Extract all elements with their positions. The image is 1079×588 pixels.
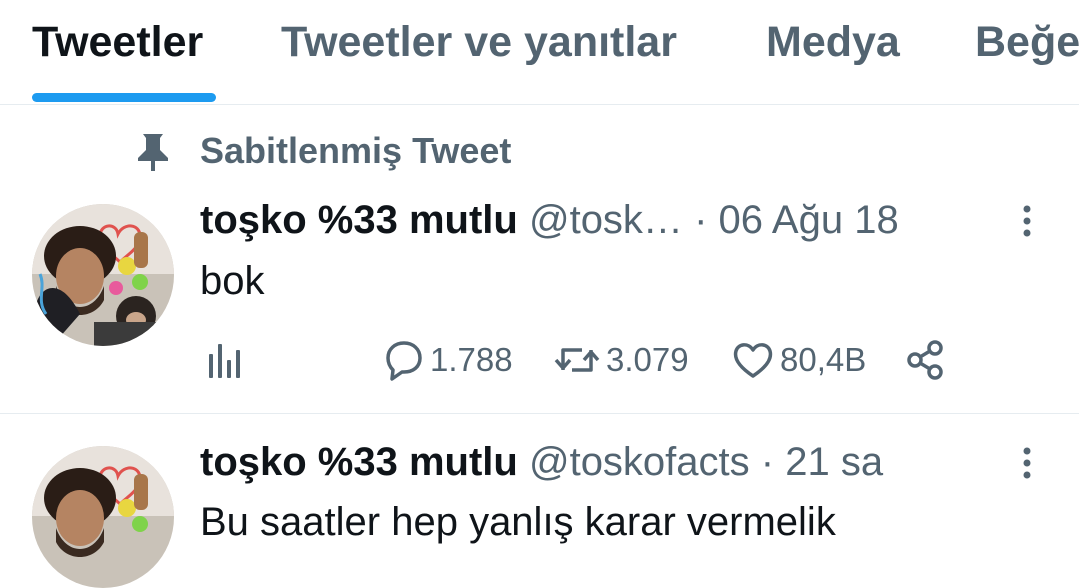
- more-icon[interactable]: [1010, 443, 1044, 483]
- username-handle[interactable]: @tosk…: [529, 198, 683, 242]
- share-button[interactable]: [904, 336, 948, 384]
- tweet-timestamp[interactable]: 06 Ağu 18: [719, 198, 899, 242]
- tweet-actions: 1.788 3.079 80,4B: [200, 336, 960, 384]
- tweet-divider: [0, 413, 1079, 414]
- tab-tweets[interactable]: Tweetler: [32, 18, 203, 67]
- display-name[interactable]: toşko %33 mutlu: [200, 440, 518, 484]
- like-count: 80,4B: [780, 341, 867, 378]
- reply-count: 1.788: [430, 341, 513, 378]
- tweet-header: toşko %33 mutlu @toskofacts · 21 sa: [200, 440, 883, 485]
- tweet-text: bok: [200, 259, 265, 303]
- share-icon: [904, 338, 948, 382]
- profile-tabs: Tweetler Tweetler ve yanıtlar Medya Beğe: [0, 0, 1079, 105]
- analytics-icon: [200, 338, 244, 382]
- display-name[interactable]: toşko %33 mutlu: [200, 198, 518, 242]
- like-button[interactable]: 80,4B: [730, 336, 866, 384]
- username-handle[interactable]: @toskofacts: [529, 440, 750, 484]
- like-icon: [730, 338, 776, 382]
- separator-dot: ·: [694, 198, 708, 242]
- retweet-button[interactable]: 3.079: [552, 336, 689, 384]
- retweet-icon: [552, 338, 602, 382]
- tweet-text: Bu saatler hep yanlış karar vermelik: [200, 500, 836, 544]
- tweet-header: toşko %33 mutlu @tosk… · 06 Ağu 18: [200, 198, 899, 243]
- tweet-timestamp[interactable]: 21 sa: [785, 440, 883, 484]
- reply-icon: [380, 338, 426, 382]
- tab-tweets-and-replies[interactable]: Tweetler ve yanıtlar: [281, 18, 677, 67]
- active-tab-indicator: [32, 93, 216, 102]
- avatar[interactable]: [32, 446, 174, 588]
- avatar[interactable]: [32, 204, 174, 346]
- tab-media[interactable]: Medya: [766, 18, 900, 67]
- tab-likes[interactable]: Beğe: [975, 18, 1079, 67]
- more-icon[interactable]: [1010, 201, 1044, 241]
- retweet-count: 3.079: [606, 341, 689, 378]
- reply-button[interactable]: 1.788: [380, 336, 513, 384]
- separator-dot: ·: [760, 440, 775, 484]
- pin-icon: [136, 132, 170, 172]
- analytics-button[interactable]: [200, 336, 244, 384]
- pinned-label: Sabitlenmiş Tweet: [200, 130, 512, 171]
